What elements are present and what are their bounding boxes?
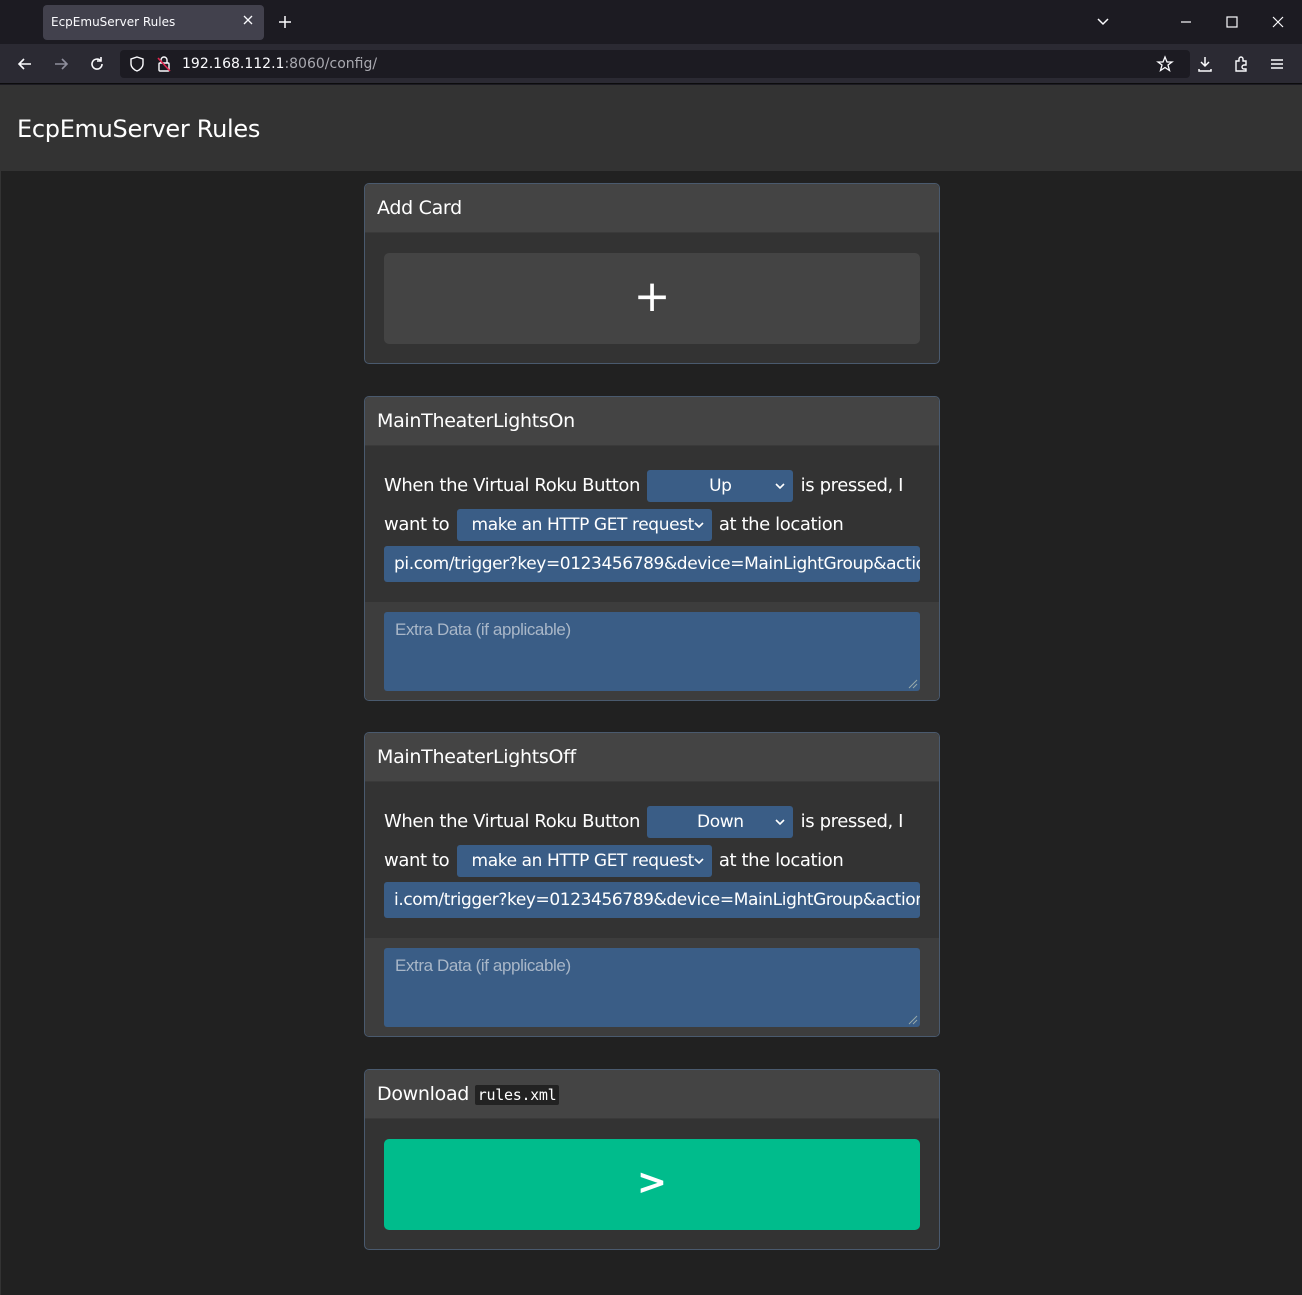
- tab-title: EcpEmuServer Rules: [51, 15, 176, 29]
- nav-bar: 192.168.112.1:8060/config/: [0, 44, 1302, 84]
- page-content: EcpEmuServer Rules Add Card + MainTheate…: [0, 85, 1302, 1295]
- download-card: Download rules.xml >: [364, 1069, 940, 1250]
- browser-tab[interactable]: EcpEmuServer Rules: [43, 5, 264, 40]
- roku-button-select[interactable]: Up: [647, 470, 794, 502]
- rule-card: MainTheaterLightsOff When the Virtual Ro…: [364, 732, 940, 1037]
- resize-handle-icon[interactable]: [906, 677, 918, 689]
- rule-text-when: When the Virtual Roku Button: [384, 475, 641, 496]
- chevron-down-icon: [693, 858, 704, 865]
- location-url-input[interactable]: pi.com/trigger?key=0123456789&device=Mai…: [384, 546, 920, 582]
- url-host: 192.168.112.1: [182, 56, 285, 72]
- minimize-icon[interactable]: [1178, 14, 1194, 30]
- back-icon[interactable]: [16, 55, 34, 73]
- roku-button-value: Up: [709, 476, 732, 496]
- rule-text-location: at the location: [718, 850, 844, 871]
- insecure-lock-icon[interactable]: [155, 55, 173, 73]
- roku-button-value: Down: [697, 812, 744, 832]
- rule-text-want: want to: [384, 850, 450, 871]
- extra-data-textarea[interactable]: Extra Data (if applicable): [384, 948, 920, 1027]
- extensions-icon[interactable]: [1232, 55, 1250, 73]
- download-button[interactable]: >: [384, 1139, 920, 1230]
- rule-card-title: MainTheaterLightsOff: [365, 733, 939, 782]
- list-tabs-icon[interactable]: [1095, 14, 1111, 30]
- extra-data-placeholder: Extra Data (if applicable): [395, 956, 571, 975]
- download-card-header: Download rules.xml: [365, 1070, 939, 1119]
- window-close-icon[interactable]: [1270, 14, 1286, 30]
- chevron-down-icon: [775, 483, 785, 490]
- reload-icon[interactable]: [88, 55, 106, 73]
- rule-sentence-line-1: When the Virtual Roku Button Down is pre…: [384, 806, 903, 838]
- menu-icon[interactable]: [1268, 55, 1286, 73]
- rule-card-title: MainTheaterLightsOn: [365, 397, 939, 446]
- rule-text-pressed: is pressed, I: [800, 475, 904, 496]
- rule-card: MainTheaterLightsOn When the Virtual Rok…: [364, 396, 940, 701]
- tab-bar: EcpEmuServer Rules: [0, 0, 1302, 44]
- new-tab-icon[interactable]: [277, 14, 293, 30]
- action-select[interactable]: make an HTTP GET request: [456, 509, 712, 541]
- location-url-input[interactable]: i.com/trigger?key=0123456789&device=Main…: [384, 882, 920, 918]
- rule-sentence-line-2: want to make an HTTP GET request at the …: [384, 509, 844, 541]
- action-select[interactable]: make an HTTP GET request: [456, 845, 712, 877]
- extra-data-textarea[interactable]: Extra Data (if applicable): [384, 612, 920, 691]
- chevron-down-icon: [775, 819, 785, 826]
- shield-icon[interactable]: [128, 55, 146, 73]
- url-path: :8060/config/: [284, 56, 378, 72]
- action-value: make an HTTP GET request: [471, 515, 695, 535]
- rule-text-location: at the location: [718, 514, 844, 535]
- page-header: EcpEmuServer Rules: [1, 85, 1302, 171]
- url-bar[interactable]: 192.168.112.1:8060/config/: [120, 50, 1190, 78]
- rule-text-want: want to: [384, 514, 450, 535]
- bookmark-star-icon[interactable]: [1156, 55, 1174, 73]
- download-icon[interactable]: [1196, 55, 1214, 73]
- extra-data-placeholder: Extra Data (if applicable): [395, 620, 571, 639]
- close-icon[interactable]: [240, 12, 256, 28]
- url-text: 192.168.112.1:8060/config/: [182, 56, 377, 72]
- add-card: Add Card +: [364, 183, 940, 364]
- download-filename: rules.xml: [474, 1085, 560, 1105]
- action-value: make an HTTP GET request: [471, 851, 695, 871]
- maximize-icon[interactable]: [1224, 14, 1240, 30]
- rule-sentence-line-1: When the Virtual Roku Button Up is press…: [384, 470, 903, 502]
- chevron-down-icon: [693, 522, 704, 529]
- rule-sentence-line-2: want to make an HTTP GET request at the …: [384, 845, 844, 877]
- download-title: Download: [377, 1083, 470, 1105]
- page-title: EcpEmuServer Rules: [17, 115, 261, 143]
- resize-handle-icon[interactable]: [906, 1013, 918, 1025]
- add-card-button[interactable]: +: [384, 253, 920, 344]
- forward-icon[interactable]: [52, 55, 70, 73]
- rule-text-when: When the Virtual Roku Button: [384, 811, 641, 832]
- roku-button-select[interactable]: Down: [647, 806, 794, 838]
- rule-text-pressed: is pressed, I: [800, 811, 904, 832]
- add-card-header: Add Card: [365, 184, 939, 233]
